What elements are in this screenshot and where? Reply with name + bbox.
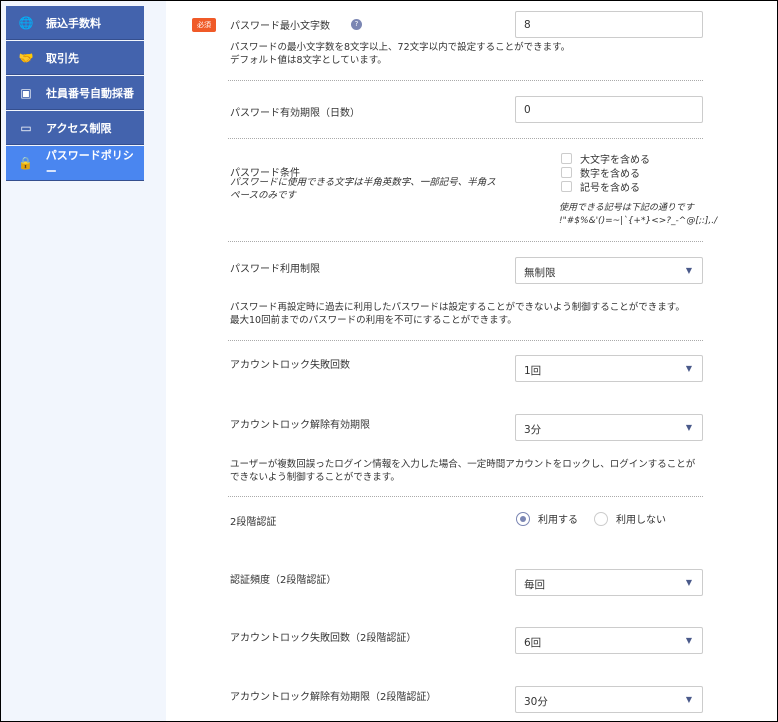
lock-count-select[interactable]: 1回 <box>515 355 703 382</box>
desc-line: デフォルト値は8文字としています。 <box>230 55 387 66</box>
sidebar-item-password-policy[interactable]: 🔒 パスワードポリシー <box>6 146 144 181</box>
note-line: パスワードに使用できる文字は半角英数字、一部記号、半角ス <box>230 177 496 188</box>
divider <box>228 138 703 139</box>
two-factor-label: 2段階認証 <box>230 517 277 528</box>
sidebar-item-label: 社員番号自動採番 <box>46 86 134 100</box>
lock-expiry-label: アカウントロック解除有効期限 <box>230 420 370 431</box>
main-content: 必須 パスワード最小文字数 ? 8 パスワードの最小文字数を8文字以上、72文字… <box>166 0 778 722</box>
radio-circle[interactable] <box>516 511 530 526</box>
note-line: 使用できる記号は下記の通りです <box>559 203 694 213</box>
desc-line: 最大10回前までのパスワードの利用を不可にすることができます。 <box>230 315 517 326</box>
conditions-note: パスワードに使用できる文字は半角英数字、一部記号、半角ス ペースのみです <box>230 176 496 202</box>
sidebar-item-label: 振込手数料 <box>46 16 101 30</box>
sidebar-item-label: アクセス制限 <box>46 121 112 135</box>
radio-label: 利用する <box>538 515 578 526</box>
lock-desc: ユーザーが複数回誤ったログイン情報を入力した場合、一定時間アカウントをロックし、… <box>230 458 695 484</box>
desc-line: パスワード再設定時に過去に利用したパスワードは設定することができないよう制御する… <box>230 302 685 313</box>
note-line: ペースのみです <box>230 190 297 201</box>
min-length-desc: パスワードの最小文字数を8文字以上、72文字以内で設定することができます。 デフォ… <box>230 41 570 67</box>
tf-frequency-label: 認証頻度（2段階認証） <box>230 575 337 586</box>
checkbox-symbols[interactable]: 記号を含める <box>561 179 650 194</box>
expiry-label: パスワード有効期限（日数） <box>230 108 360 119</box>
sidebar-item-partners[interactable]: 🤝 取引先 <box>6 41 144 75</box>
tf-lock-count-label: アカウントロック失敗回数（2段階認証） <box>230 633 417 644</box>
sidebar-item-label: パスワードポリシー <box>45 149 134 178</box>
sidebar-item-transfer-fee[interactable]: 🌐 振込手数料 <box>6 6 144 40</box>
symbols-note: 使用できる記号は下記の通りです !"#$%&'()=~|`{+*}<>?_-^@[… <box>559 202 717 228</box>
checkbox-label: 数字を含める <box>580 168 640 180</box>
sidebar-item-label: 取引先 <box>46 51 79 65</box>
help-icon[interactable]: ? <box>351 19 362 30</box>
desc-line: パスワードの最小文字数を8文字以上、72文字以内で設定することができます。 <box>230 42 571 53</box>
checkbox-box[interactable] <box>561 152 572 164</box>
sidebar-item-access-control[interactable]: ▭ アクセス制限 <box>6 111 144 145</box>
tf-frequency-select[interactable]: 毎回 <box>515 569 703 596</box>
id-card-icon: ▣ <box>20 85 32 100</box>
lock-count-label: アカウントロック失敗回数 <box>230 360 350 371</box>
reuse-label: パスワード利用制限 <box>230 264 320 275</box>
checkbox-label: 大文字を含める <box>580 154 650 166</box>
radio-circle[interactable] <box>594 511 608 526</box>
lock-icon: 🔒 <box>18 156 34 170</box>
monitor-alert-icon: ▭ <box>20 120 32 135</box>
divider <box>228 241 703 242</box>
lock-expiry-select[interactable]: 3分 <box>515 414 703 441</box>
tf-lock-expiry-label: アカウントロック解除有効期限（2段階認証） <box>230 692 437 703</box>
desc-line: ユーザーが複数回誤ったログイン情報を入力した場合、一定時間アカウントをロックし、… <box>230 459 696 470</box>
conditions-checkboxes: 大文字を含める 数字を含める 記号を含める <box>561 151 650 194</box>
checkbox-box[interactable] <box>561 166 572 178</box>
min-length-input[interactable]: 8 <box>515 11 703 38</box>
radio-label: 利用しない <box>616 515 666 526</box>
handshake-icon: 🤝 <box>18 50 34 65</box>
desc-line: できないよう制御することができます。 <box>230 472 400 483</box>
sidebar-item-employee-number[interactable]: ▣ 社員番号自動採番 <box>6 76 144 110</box>
checkbox-box[interactable] <box>561 180 572 192</box>
tf-lock-expiry-select[interactable]: 30分 <box>515 686 703 713</box>
reuse-desc: パスワード再設定時に過去に利用したパスワードは設定することができないよう制御する… <box>230 301 685 327</box>
radio-not-use[interactable]: 利用しない <box>594 511 666 526</box>
expiry-input[interactable]: 0 <box>515 96 703 123</box>
checkbox-label: 記号を含める <box>580 182 640 194</box>
divider <box>228 496 703 497</box>
required-badge: 必須 <box>192 18 216 32</box>
divider <box>228 80 703 81</box>
tf-lock-count-select[interactable]: 6回 <box>515 627 703 654</box>
min-length-label: パスワード最小文字数 <box>230 21 330 32</box>
checkbox-uppercase[interactable]: 大文字を含める <box>561 151 650 166</box>
radio-use[interactable]: 利用する <box>516 511 578 526</box>
symbols-list: !"#$%&'()=~|`{+*}<>?_-^@[;:],./ <box>559 216 718 226</box>
reuse-select[interactable]: 無制限 <box>515 257 703 284</box>
sidebar: 🌐 振込手数料 🤝 取引先 ▣ 社員番号自動採番 ▭ アクセス制限 🔒 パスワードポリシー <box>0 0 166 722</box>
checkbox-digits[interactable]: 数字を含める <box>561 165 650 180</box>
divider <box>228 340 703 341</box>
globe-yen-icon: 🌐 <box>18 15 34 30</box>
